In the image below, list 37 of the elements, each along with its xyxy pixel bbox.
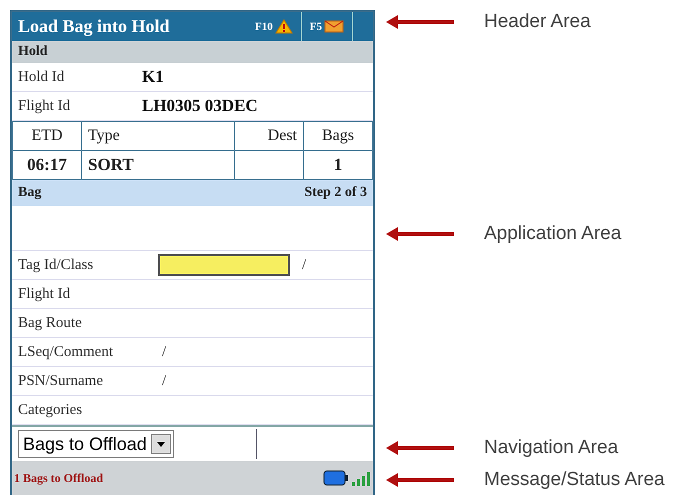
annotation-label: Header Area [484,11,591,33]
arrow-icon [384,14,456,30]
field-label: Bag Route [18,314,83,332]
arrow-icon [384,440,456,456]
field-value: LH0305 03DEC [142,96,258,116]
annotation-label: Navigation Area [484,437,618,459]
separator-text: / [162,344,166,360]
separator-text: / [302,256,306,274]
column-header: Type [82,122,234,150]
field-label: Flight Id [18,98,72,114]
section-title: Hold [18,44,48,60]
screen-title: Load Bag into Hold [18,16,171,37]
input-field[interactable] [158,254,290,276]
field-label: PSN/Surname [18,372,104,390]
section-title: Bag [18,185,42,201]
field-label: Hold Id [18,68,66,86]
caret-icon [156,442,165,446]
arrow-icon [384,472,456,488]
envelope-icon [324,20,344,33]
annotation-label: Message/Status Area [484,469,665,491]
field-label: LSeq/Comment [18,344,114,360]
field-label: Flight Id [18,286,72,302]
column-header: ETD [12,122,82,150]
separator-text: / [162,372,166,390]
annotation-label: Application Area [484,223,622,245]
field-label: Categories [18,402,84,418]
field-label: Tag Id/Class [18,256,94,274]
column-header: Dest [234,122,304,150]
battery-icon [323,470,349,486]
column-header: Bags [304,122,372,150]
step-indicator: Step 2 of 3 [304,185,367,201]
warning-icon [274,19,293,34]
field-value: K1 [142,67,164,87]
dropdown[interactable]: Bags to Offload [18,430,174,458]
signal-icon [351,470,373,486]
status-message: 1 Bags to Offload [14,470,104,486]
arrow-icon [384,226,456,242]
